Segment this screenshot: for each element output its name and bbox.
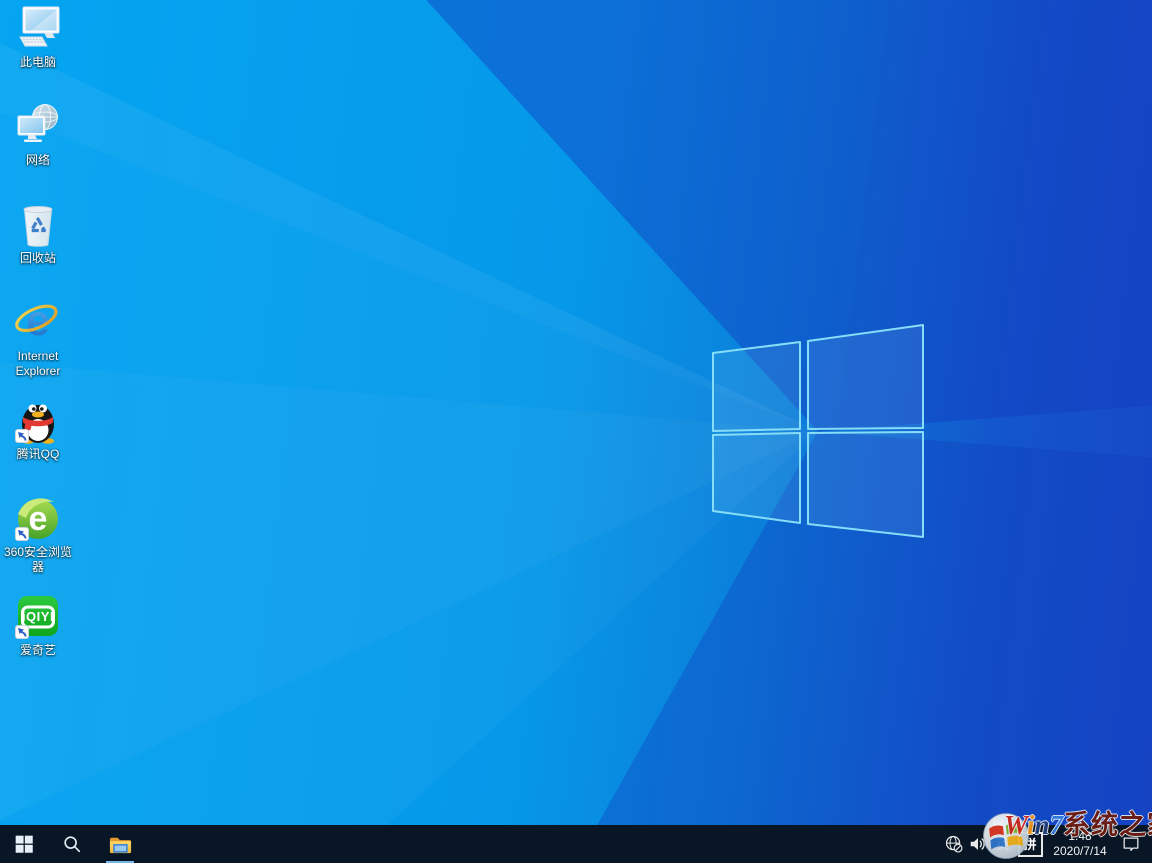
file-explorer-icon [109, 837, 131, 853]
desktop-icon-tencent-qq[interactable]: 腾讯QQ [2, 396, 74, 494]
desktop-icon-iqiyi[interactable]: iQIYI 爱奇艺 [2, 592, 74, 690]
icon-label: Explorer [15, 364, 61, 378]
desktop-icon-column: 此电脑 网络 回收站 e Internet Explorer 腾讯QQ e 36… [2, 4, 74, 690]
ime-pinyin-button[interactable]: 拼 [1016, 825, 1044, 863]
svg-text:e: e [29, 500, 48, 538]
taskbar-search-button[interactable] [48, 825, 96, 863]
icon-label: 腾讯QQ [16, 447, 60, 461]
ime-pinyin-label: 拼 [1017, 831, 1043, 857]
icon-label: 器 [31, 560, 44, 574]
taskbar-file-explorer-button[interactable] [96, 825, 144, 863]
taskbar-left-buttons [0, 825, 144, 863]
ime-language-label: 英 [996, 836, 1010, 852]
clock-date: 2020/7/14 [1053, 844, 1107, 858]
system-tray: 英 拼 1:48 2020/7/14 [942, 825, 1152, 863]
speaker-icon [970, 838, 985, 850]
recycle-bin-icon [23, 206, 53, 247]
icon-label: 此电脑 [19, 55, 56, 69]
desktop-icon-network[interactable]: 网络 [2, 102, 74, 200]
icon-label: 360安全浏览 [3, 545, 73, 559]
network-icon [17, 104, 58, 142]
taskbar: 英 拼 1:48 2020/7/14 [0, 825, 1152, 863]
action-center-button[interactable] [1116, 825, 1146, 863]
desktop-icon-recycle-bin[interactable]: 回收站 [2, 200, 74, 298]
icon-label: Internet [17, 349, 59, 363]
ime-language-button[interactable]: 英 [990, 825, 1016, 863]
desktop-icon-360-browser[interactable]: e 360安全浏览 器 [2, 494, 74, 592]
shortcut-arrow-icon [15, 429, 29, 443]
clock-time: 1:48 [1068, 829, 1092, 843]
globe-no-internet-icon [945, 835, 963, 853]
shortcut-arrow-icon [15, 625, 29, 639]
icon-label: 网络 [25, 153, 50, 167]
svg-text:iQIYI: iQIYI [22, 609, 54, 624]
windows-start-icon [15, 835, 33, 853]
search-icon [64, 836, 81, 853]
volume-button[interactable] [966, 825, 990, 863]
start-button[interactable] [0, 825, 48, 863]
shortcut-arrow-icon [15, 527, 29, 541]
icon-label: 回收站 [19, 251, 56, 265]
this-pc-icon [19, 6, 60, 47]
network-status-button[interactable] [942, 825, 966, 863]
icon-label: 爱奇艺 [19, 643, 56, 657]
internet-explorer-icon: e [15, 297, 58, 345]
action-center-icon [1123, 837, 1139, 851]
desktop-icon-this-pc[interactable]: 此电脑 [2, 4, 74, 102]
desktop-wallpaper [0, 0, 1152, 863]
taskbar-clock[interactable]: 1:48 2020/7/14 [1044, 825, 1116, 863]
desktop-icon-internet-explorer[interactable]: e Internet Explorer [2, 297, 74, 396]
